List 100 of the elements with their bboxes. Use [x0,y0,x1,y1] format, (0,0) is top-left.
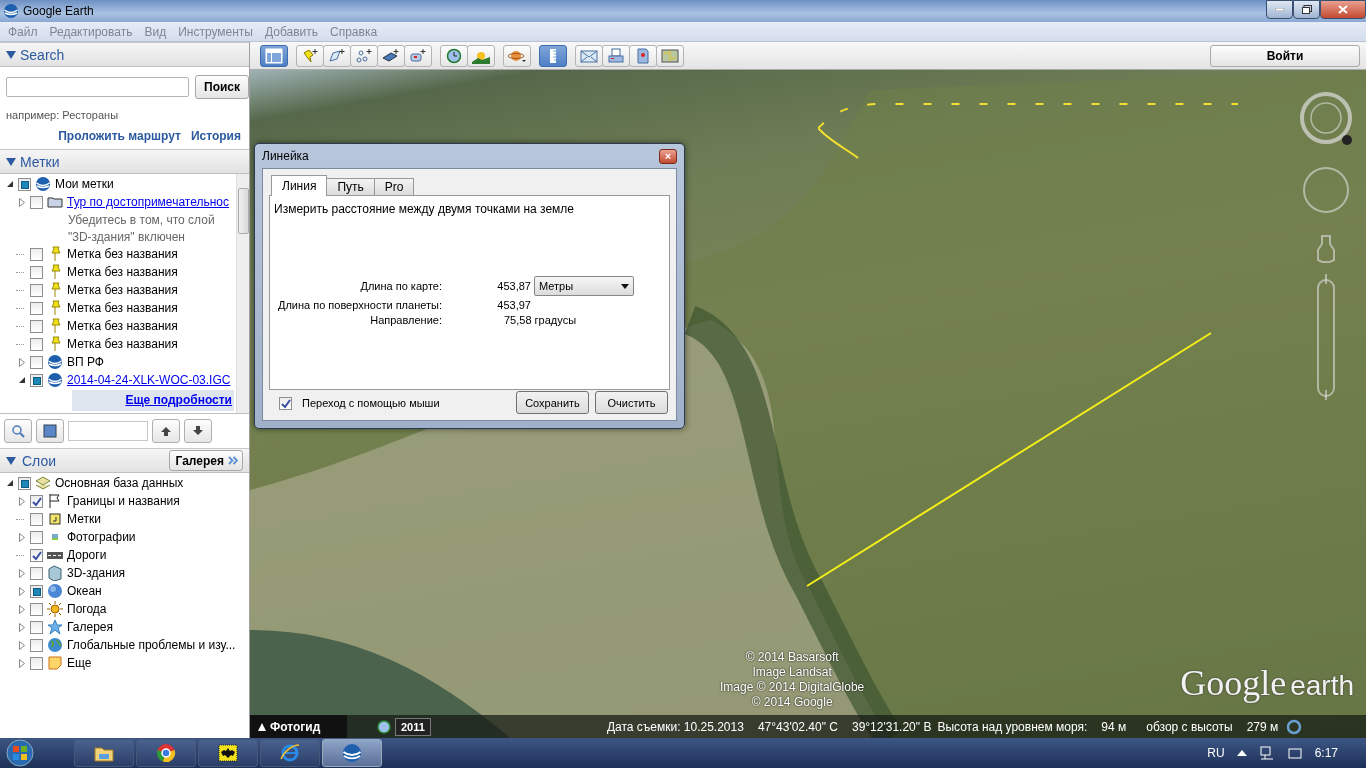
globe-icon [47,583,63,599]
checkbox[interactable] [30,549,43,562]
panel-header[interactable]: Метки [0,149,249,174]
toolbar-button[interactable] [323,44,351,67]
checkbox[interactable] [30,338,43,351]
panel-toggle-button[interactable] [36,419,64,443]
tree-item[interactable]: Метка без названия [67,336,178,353]
more-link[interactable]: Еще подробности [125,393,232,407]
link[interactable]: История [190,129,241,143]
browser-icon [155,742,177,764]
tour-guide-button[interactable]: Фотогид [250,715,347,738]
tree-item[interactable]: Океан [67,583,102,600]
minimize-button[interactable] [1266,0,1293,19]
tree-item[interactable]: Границы и названия [67,493,180,510]
layers-icon [35,475,51,491]
dialog-button[interactable]: Очистить [595,391,668,414]
link[interactable]: Проложить маршрут [58,129,181,143]
tab[interactable]: Pro [373,178,415,196]
language-indicator[interactable]: RU [1207,746,1225,760]
move-down-button[interactable] [184,419,212,443]
toolbar-button[interactable] [440,44,468,67]
unit-dropdown[interactable]: Метры [534,276,634,296]
flag-icon [47,493,63,509]
panel-header[interactable]: Search [0,42,249,67]
eye-altitude-label: обзор с высоты [1146,719,1233,734]
windows-logo-icon [3,739,37,767]
checkbox[interactable] [30,495,43,508]
tree-item[interactable]: Погода [67,601,107,618]
search-button[interactable] [4,419,32,443]
camera-icon [409,47,427,64]
tab[interactable]: Линия [271,175,328,196]
checkbox[interactable] [30,513,43,526]
tree-item[interactable]: Галерея [67,619,114,636]
scrollbar[interactable] [236,174,249,413]
gallery-button[interactable]: Галерея [168,450,243,471]
tree-item[interactable]: ВП РФ [67,354,104,371]
checkbox[interactable] [30,266,43,279]
minimize-icon [1275,8,1284,11]
network-icon[interactable] [1258,745,1275,761]
checkbox[interactable] [30,639,43,652]
tree-item[interactable]: Метка без названия [67,264,178,281]
tree-item[interactable]: Еще [67,655,92,672]
taskbar-app[interactable] [136,739,196,767]
tree-item[interactable]: Метка без названия [67,318,178,335]
filter-field[interactable] [68,421,148,441]
checkbox[interactable] [30,320,43,333]
toolbar-button[interactable] [377,44,405,67]
checkbox[interactable] [30,657,43,670]
tree-item[interactable]: Основная база данных [55,475,184,492]
toolbar-button[interactable] [467,44,495,67]
search-button[interactable]: Поиск [195,75,249,99]
star-icon [47,619,63,635]
checkbox[interactable] [30,603,43,616]
move-up-button[interactable] [152,419,180,443]
checkbox[interactable] [30,248,43,261]
tree-item[interactable]: Метка без названия [67,300,178,317]
tree-item-link[interactable]: 2014-04-24-XLK-WOC-03.IGC [67,372,231,389]
clock[interactable]: 6:17 [1314,746,1338,760]
checkbox-label: Переход с помощью мыши [302,396,440,409]
add-overlay-icon [382,47,400,64]
search-hint: например: Рестораны [5,108,120,121]
bat-icon [217,742,239,764]
tree-item[interactable]: 3D-здания [67,565,126,582]
search-field[interactable] [6,77,189,97]
note-icon [47,655,63,671]
taskbar-app[interactable] [74,739,134,767]
tree-item-link[interactable]: Тур по достопримечательнос [67,194,229,211]
maximize-button[interactable] [1293,0,1320,19]
satellite-map[interactable] [250,70,1366,738]
dialog-button[interactable]: Сохранить [516,391,589,414]
toolbar-button[interactable] [539,44,567,67]
tree-item[interactable]: Метка без названия [67,246,178,263]
checkbox[interactable] [30,302,43,315]
checkbox[interactable] [30,284,43,297]
tree-item[interactable]: Метка без названия [67,282,178,299]
checkbox[interactable] [30,356,43,369]
longitude: 39°12'31.20" В [851,719,932,734]
tree-item[interactable]: Дороги [67,547,107,564]
checkbox[interactable] [30,621,43,634]
toolbar-button[interactable] [260,44,288,67]
caret-icon[interactable] [1236,750,1247,756]
measure-value: 453,97 [496,299,532,311]
power-icon[interactable] [1286,745,1303,761]
checkbox[interactable] [30,531,43,544]
tree-item[interactable]: Фотографии [67,529,136,546]
checkbox[interactable] [279,397,292,410]
tree-item[interactable]: Метки [67,511,101,528]
tree-item[interactable]: Мои метки [55,176,114,193]
map-icon [661,47,679,64]
checkbox[interactable] [30,196,43,209]
tab[interactable]: Путь [326,178,375,196]
checkbox[interactable] [30,567,43,580]
taskbar-app[interactable] [198,739,258,767]
tree-item[interactable]: Глобальные проблемы и изу... [67,637,236,654]
toolbar-button[interactable] [629,44,657,67]
panel-header[interactable]: Слои Галерея [0,448,249,473]
panel-title: Слои [22,452,57,469]
toolbar-button[interactable] [503,44,531,67]
close-button[interactable] [1320,0,1366,19]
sign-in-button[interactable]: Войти [1210,44,1360,67]
